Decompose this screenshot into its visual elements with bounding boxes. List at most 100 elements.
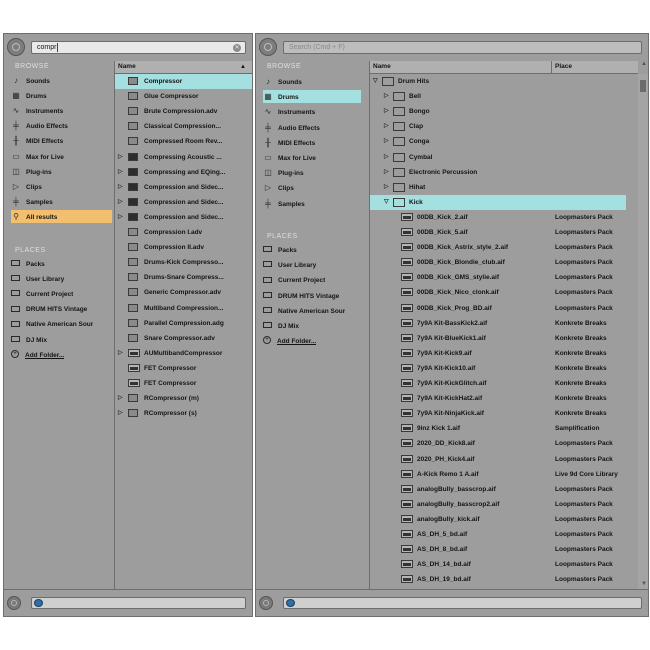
file-row[interactable]: analogBully_basscrop.aif Loopmasters Pack xyxy=(370,482,638,497)
sidebar-item-all-results[interactable]: ⚲ All results xyxy=(11,209,112,223)
file-row[interactable]: 7y9A Kit-KickHat2.aif Konkrete Breaks xyxy=(370,391,638,406)
sidebar-item-max-for-live[interactable]: ▭ Max for Live xyxy=(263,151,316,164)
expand-arrow-icon[interactable]: ▷ xyxy=(118,165,123,180)
file-row[interactable]: 7y9A Kit-Kick9.aif Konkrete Breaks xyxy=(370,346,638,361)
expand-arrow-icon[interactable]: ▷ xyxy=(118,150,123,165)
expand-arrow-icon[interactable]: ▷ xyxy=(118,391,123,406)
result-row[interactable]: ▷ Compressing and EQing... xyxy=(115,165,252,180)
result-row[interactable]: Compression I.adv xyxy=(115,225,252,240)
result-row[interactable]: ▷ Compressing Acoustic ... xyxy=(115,150,252,165)
sidebar-item-samples[interactable]: ╪ Samples xyxy=(263,197,305,210)
result-row[interactable]: Compression II.adv xyxy=(115,240,252,255)
sidebar-item-clips[interactable]: ▷ Clips xyxy=(11,180,42,193)
tree-root-drum-hits[interactable]: ▽ Drum Hits xyxy=(370,74,638,89)
expand-arrow-icon[interactable]: ▷ xyxy=(384,180,389,195)
file-row[interactable]: 2020_PH_Kick4.aif Loopmasters Pack xyxy=(370,452,638,467)
result-row[interactable]: Snare Compressor.adv xyxy=(115,331,252,346)
expand-arrow-icon[interactable]: ▷ xyxy=(118,210,123,225)
sidebar-item-instruments[interactable]: ∿ Instruments xyxy=(11,104,64,117)
file-row[interactable]: AS_DH_19_bd.aif Loopmasters Pack xyxy=(370,572,638,587)
file-row[interactable]: analogBully_kick.aif Loopmasters Pack xyxy=(370,512,638,527)
folder-row-electronic-percussion[interactable]: ▷ Electronic Percussion xyxy=(370,165,638,180)
file-row[interactable]: 2020_DD_Kick8.aif Loopmasters Pack xyxy=(370,436,638,451)
file-row[interactable]: AS_DH_14_bd.aif Loopmasters Pack xyxy=(370,557,638,572)
place-item-drum-hits-vintage[interactable]: DRUM HITS Vintage xyxy=(11,303,87,316)
place-item-current-project[interactable]: Current Project xyxy=(11,288,73,301)
collapse-arrow-icon[interactable]: ▽ xyxy=(373,74,378,89)
expand-arrow-icon[interactable]: ▷ xyxy=(384,134,389,149)
file-row[interactable]: 00DB_Kick_Nico_clonk.aif Loopmasters Pack xyxy=(370,285,638,300)
file-row[interactable]: 7y9A Kit-BlueKick1.aif Konkrete Breaks xyxy=(370,331,638,346)
file-row[interactable]: 9inz Kick 1.aif Samplification xyxy=(370,421,638,436)
column-place-label[interactable]: Place xyxy=(555,61,572,73)
place-item-dj-mix[interactable]: DJ Mix xyxy=(11,334,47,347)
result-row[interactable]: FET Compressor xyxy=(115,361,252,376)
expand-arrow-icon[interactable]: ▷ xyxy=(384,150,389,165)
file-row[interactable]: 00DB_Kick_GMS_stylie.aif Loopmasters Pack xyxy=(370,270,638,285)
browser-toggle-icon[interactable] xyxy=(7,38,25,56)
sidebar-item-audio-effects[interactable]: ╪ Audio Effects xyxy=(263,121,320,134)
sidebar-item-drums[interactable]: ▦ Drums xyxy=(263,90,361,104)
hotswap-icon[interactable] xyxy=(7,596,21,610)
expand-arrow-icon[interactable]: ▷ xyxy=(118,406,123,421)
folder-row-conga[interactable]: ▷ Conga xyxy=(370,134,638,149)
scroll-down-icon[interactable]: ▼ xyxy=(641,581,647,587)
file-row[interactable]: AS_DH_5_bd.aif Loopmasters Pack xyxy=(370,527,638,542)
result-row[interactable]: Glue Compressor xyxy=(115,89,252,104)
place-item-native-american-sour[interactable]: Native American Sour xyxy=(11,318,93,331)
result-row[interactable]: ▷ Compression and Sidec... xyxy=(115,180,252,195)
result-row[interactable]: Compressor xyxy=(115,74,252,89)
result-row[interactable]: Classical Compression... xyxy=(115,119,252,134)
add-folder-button[interactable]: + Add Folder... xyxy=(263,335,316,348)
sidebar-item-midi-effects[interactable]: ╫ MIDI Effects xyxy=(11,134,63,147)
result-row[interactable]: ▷ RCompressor (s) xyxy=(115,406,252,421)
result-row[interactable]: Drums-Snare Compress... xyxy=(115,270,252,285)
sidebar-item-max-for-live[interactable]: ▭ Max for Live xyxy=(11,150,64,163)
folder-row-bell[interactable]: ▷ Bell xyxy=(370,89,638,104)
place-item-drum-hits-vintage[interactable]: DRUM HITS Vintage xyxy=(263,290,339,303)
search-input[interactable]: compr ✕ xyxy=(31,41,246,54)
file-row[interactable]: 00DB_Kick_2.aif Loopmasters Pack xyxy=(370,210,638,225)
result-row[interactable]: ▷ RCompressor (m) xyxy=(115,391,252,406)
preview-button-icon[interactable] xyxy=(34,599,43,607)
add-folder-button[interactable]: + Add Folder... xyxy=(11,349,64,362)
place-item-dj-mix[interactable]: DJ Mix xyxy=(263,320,299,333)
file-row[interactable]: 7y9A Kit-NinjaKick.aif Konkrete Breaks xyxy=(370,406,638,421)
expand-arrow-icon[interactable]: ▷ xyxy=(118,180,123,195)
sidebar-item-drums[interactable]: ▦ Drums xyxy=(11,89,46,102)
preview-bar[interactable] xyxy=(31,597,246,609)
folder-row-clap[interactable]: ▷ Clap xyxy=(370,119,638,134)
file-row[interactable]: A-Kick Remo 1 A.aif Live 9d Core Library xyxy=(370,467,638,482)
result-row[interactable]: Brute Compression.adv xyxy=(115,104,252,119)
browser-toggle-icon[interactable] xyxy=(259,38,277,56)
file-row[interactable]: AS_DH_8_bd.aif Loopmasters Pack xyxy=(370,542,638,557)
sidebar-item-plug-ins[interactable]: ◫ Plug-ins xyxy=(11,165,51,178)
file-row[interactable]: 7y9A Kit-BassKick2.aif Konkrete Breaks xyxy=(370,316,638,331)
file-row[interactable]: 00DB_Kick_5.aif Loopmasters Pack xyxy=(370,225,638,240)
file-row[interactable]: analogBully_basscrop2.aif Loopmasters Pac… xyxy=(370,497,638,512)
result-row[interactable]: Compressed Room Rev... xyxy=(115,134,252,149)
expand-arrow-icon[interactable]: ▷ xyxy=(384,104,389,119)
result-row[interactable]: ▷ Compression and Sidec... xyxy=(115,210,252,225)
result-row[interactable]: Multiband Compression... xyxy=(115,301,252,316)
file-row[interactable]: 00DB_Kick_Astrix_style_2.aif Loopmasters … xyxy=(370,240,638,255)
scroll-thumb[interactable] xyxy=(640,80,646,92)
folder-row-bongo[interactable]: ▷ Bongo xyxy=(370,104,638,119)
folder-row-hihat[interactable]: ▷ Hihat xyxy=(370,180,638,195)
folder-row-kick[interactable]: ▽ Kick xyxy=(370,194,626,210)
place-item-user-library[interactable]: User Library xyxy=(11,273,64,286)
hotswap-icon[interactable] xyxy=(259,596,273,610)
sidebar-item-midi-effects[interactable]: ╫ MIDI Effects xyxy=(263,136,315,149)
scrollbar[interactable] xyxy=(638,74,648,590)
sidebar-item-samples[interactable]: ╪ Samples xyxy=(11,195,53,208)
expand-arrow-icon[interactable]: ▷ xyxy=(384,89,389,104)
column-header-name[interactable]: Name ▲ xyxy=(115,61,252,74)
place-item-current-project[interactable]: Current Project xyxy=(263,274,325,287)
sidebar-item-instruments[interactable]: ∿ Instruments xyxy=(263,105,316,118)
sidebar-item-clips[interactable]: ▷ Clips xyxy=(263,181,294,194)
sidebar-item-plug-ins[interactable]: ◫ Plug-ins xyxy=(263,166,303,179)
place-item-user-library[interactable]: User Library xyxy=(263,259,316,272)
preview-bar[interactable] xyxy=(283,597,642,609)
result-row[interactable]: Generic Compressor.adv xyxy=(115,285,252,300)
sort-up-icon[interactable]: ▲ xyxy=(240,61,246,73)
